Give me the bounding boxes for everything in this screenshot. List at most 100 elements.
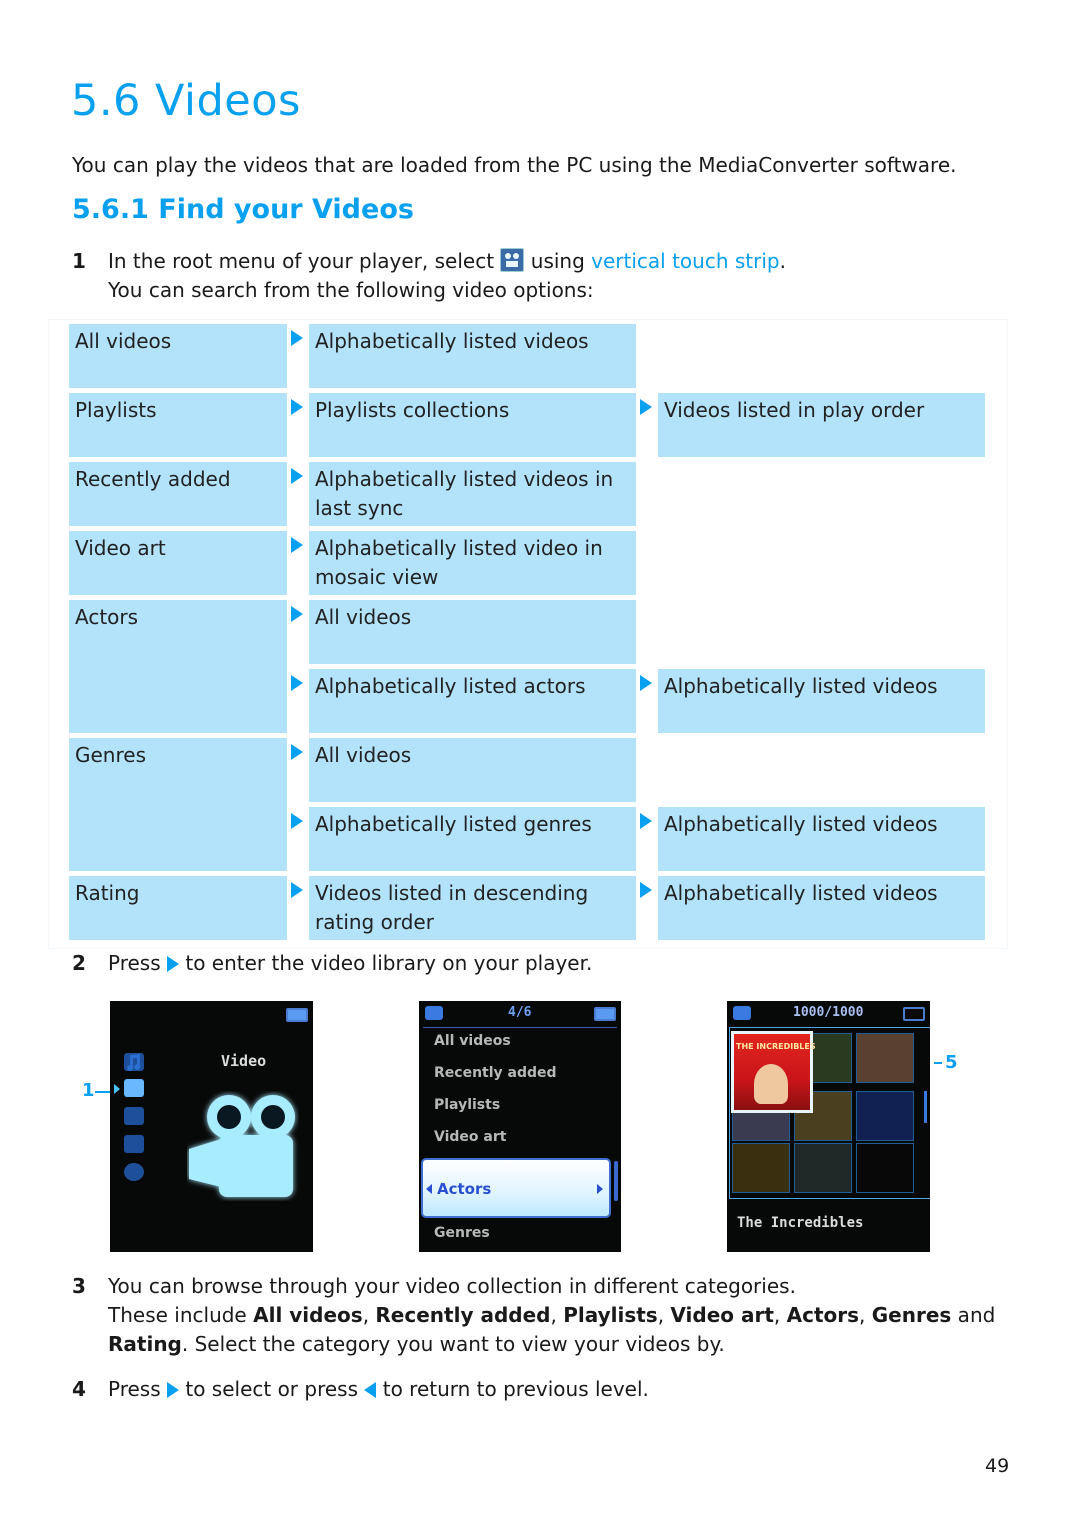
right-arrow-icon xyxy=(640,675,652,691)
step-1-line-1: In the root menu of your player, select … xyxy=(108,247,786,276)
step-4: 4 Press to select or press to return to … xyxy=(72,1375,1022,1405)
table-cell-category: Actors xyxy=(69,600,287,733)
category-name: Rating xyxy=(108,1332,182,1356)
table-cell-category: Recently added xyxy=(69,462,287,526)
category-name: Recently added xyxy=(375,1303,551,1327)
video-icon xyxy=(124,1079,144,1097)
table-cell-listing: Alphabetically listed videos in last syn… xyxy=(309,462,636,526)
video-thumbnail[interactable] xyxy=(794,1143,852,1193)
subsection-title: 5.6.1 Find your Videos xyxy=(72,194,414,225)
battery-icon xyxy=(286,1008,308,1022)
menu-item[interactable]: Video art xyxy=(434,1129,506,1145)
step-3-line-1: You can browse through your video collec… xyxy=(108,1274,796,1298)
step-1-line-2: You can search from the following video … xyxy=(108,278,594,302)
radio-icon xyxy=(124,1135,144,1153)
scrollbar[interactable] xyxy=(614,1161,618,1201)
menu-item[interactable]: Playlists xyxy=(434,1097,500,1113)
step-3-line-2: These include All videos, Recently added… xyxy=(108,1301,995,1330)
callout-1: 1 xyxy=(82,1080,95,1101)
table-cell-result: Alphabetically listed videos xyxy=(658,669,985,733)
step-number: 4 xyxy=(72,1377,86,1401)
settings-icon xyxy=(124,1163,144,1181)
right-arrow-icon xyxy=(167,1382,179,1398)
menu-item[interactable]: All videos xyxy=(434,1033,511,1049)
step-3: 3 You can browse through your video coll… xyxy=(72,1272,1032,1362)
step-1: 1 In the root menu of your player, selec… xyxy=(72,247,1022,307)
menu-item[interactable]: Genres xyxy=(434,1225,490,1241)
table-cell-listing: All videos xyxy=(309,600,636,664)
right-arrow-icon xyxy=(291,330,303,346)
selected-item-label: Actors xyxy=(437,1180,492,1198)
battery-icon xyxy=(903,1007,925,1021)
step-text: . Select the category you want to view y… xyxy=(181,1332,725,1356)
menu-item-selected[interactable]: Actors xyxy=(421,1158,611,1218)
callout-line xyxy=(95,1091,110,1093)
table-cell-result: Videos listed in play order xyxy=(658,393,985,457)
table-cell-category: All videos xyxy=(69,324,287,388)
video-icon xyxy=(425,1006,443,1020)
section-title: 5.6 Videos xyxy=(71,76,301,126)
video-thumbnail[interactable] xyxy=(732,1143,790,1193)
separator: , xyxy=(362,1303,376,1327)
step-2-text: Press to enter the video library on your… xyxy=(108,949,592,978)
table-cell-listing: Alphabetically listed actors xyxy=(309,669,636,733)
step-text: to select or press xyxy=(179,1377,365,1401)
separator: , xyxy=(859,1303,872,1327)
video-thumbnail[interactable] xyxy=(856,1091,914,1141)
right-arrow-icon xyxy=(640,399,652,415)
video-thumbnail[interactable] xyxy=(856,1033,914,1083)
page-number: 49 xyxy=(985,1455,1010,1477)
table-cell-listing: Playlists collections xyxy=(309,393,636,457)
header-divider xyxy=(423,1027,617,1028)
cover-figure xyxy=(754,1064,788,1104)
selection-pointer-icon xyxy=(114,1084,120,1094)
left-arrow-icon xyxy=(364,1382,377,1398)
right-arrow-icon xyxy=(640,882,652,898)
step-text: Press xyxy=(108,951,167,975)
table-cell-category: Playlists xyxy=(69,393,287,457)
selected-video-title: The Incredibles xyxy=(737,1215,864,1231)
step-text: Press xyxy=(108,1377,167,1401)
step-2: 2 Press to enter the video library on yo… xyxy=(72,949,1022,979)
step-text: to enter the video library on your playe… xyxy=(179,951,593,975)
table-cell-result: Alphabetically listed videos xyxy=(658,876,985,940)
device-screen-mosaic: 1000/1000 THE INCREDIBLES The Incredible… xyxy=(727,1001,930,1252)
video-icon xyxy=(733,1006,751,1020)
callout-line xyxy=(934,1062,942,1064)
category-name: All videos xyxy=(253,1303,363,1327)
step-text: to return to previous level. xyxy=(376,1377,649,1401)
right-arrow-icon xyxy=(291,537,303,553)
vertical-touch-strip-link[interactable]: vertical touch strip xyxy=(591,249,779,273)
right-arrow-icon xyxy=(167,956,179,972)
category-name: Genres xyxy=(871,1303,952,1327)
menu-item[interactable]: Recently added xyxy=(434,1065,557,1081)
menu-counter: 4/6 xyxy=(508,1005,532,1020)
separator: , xyxy=(550,1303,564,1327)
selected-thumbnail[interactable]: THE INCREDIBLES xyxy=(731,1031,816,1113)
separator: , xyxy=(657,1303,671,1327)
camera-icon xyxy=(124,1107,144,1125)
step-number: 2 xyxy=(72,951,86,975)
large-video-camera-icon xyxy=(189,1095,295,1197)
device-screen-home: Video xyxy=(110,1001,313,1252)
battery-icon xyxy=(594,1007,616,1021)
table-cell-category: Rating xyxy=(69,876,287,940)
category-name: Video art xyxy=(670,1303,774,1327)
video-thumbnail[interactable] xyxy=(856,1143,914,1193)
step-text: In the root menu of your player, select xyxy=(108,249,501,273)
category-name: Playlists xyxy=(563,1303,658,1327)
table-cell-listing: Videos listed in descending rating order xyxy=(309,876,636,940)
intro-paragraph: You can play the videos that are loaded … xyxy=(72,153,957,177)
table-cell-category: Video art xyxy=(69,531,287,595)
table-cell-listing: Alphabetically listed genres xyxy=(309,807,636,871)
separator: and xyxy=(951,1303,996,1327)
separator: , xyxy=(773,1303,787,1327)
callout-5: 5 xyxy=(945,1052,958,1073)
right-arrow-icon xyxy=(640,813,652,829)
right-arrow-icon xyxy=(291,399,303,415)
table-cell-listing: Alphabetically listed videos xyxy=(309,324,636,388)
scrollbar[interactable] xyxy=(924,1091,927,1123)
table-cell-result: Alphabetically listed videos xyxy=(658,807,985,871)
step-text: using xyxy=(524,249,592,273)
table-cell-category: Genres xyxy=(69,738,287,871)
